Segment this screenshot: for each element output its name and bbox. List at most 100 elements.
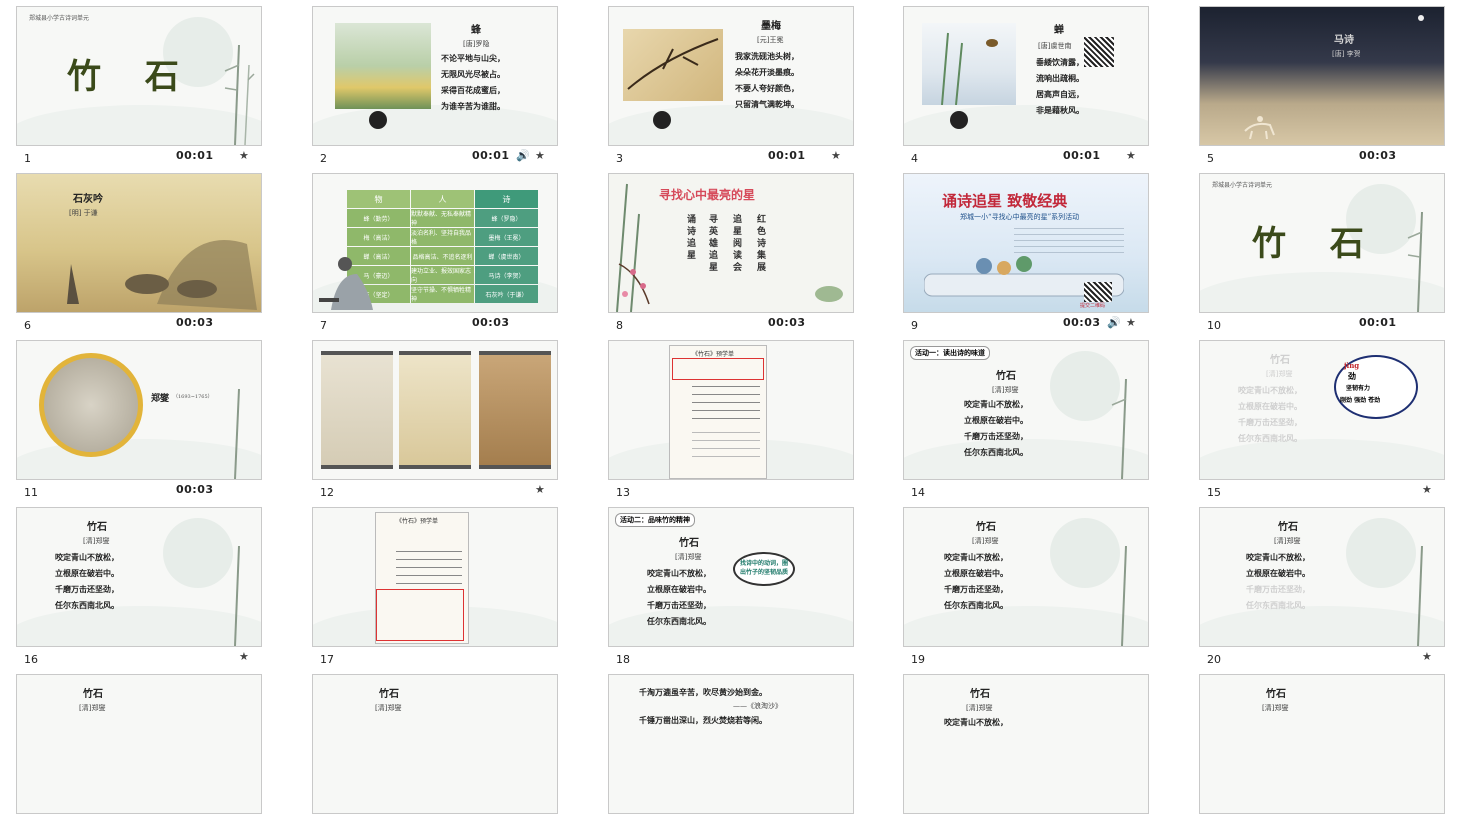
slide-thumb-23[interactable]: 千淘万漉虽辛苦，吹尽黄沙始到金。 ——《浪淘沙》 千锤万凿出深山，烈火焚烧若等闲… [608, 674, 854, 814]
slide-thumb-4[interactable]: 蝉 [唐]虞世南 垂緌饮清露， 流响出疏桐。 居高声自远， 非是藉秋风。 4 0… [903, 6, 1149, 165]
slide-title: 寻找心中最亮的星 [659, 188, 756, 202]
poem-title: 竹石 [996, 371, 1016, 382]
slide-canvas[interactable]: 竹石 [清]郑燮 咬定青山不放松， 立根原在破岩中。 千磨万击还坚劲， 任尔东西… [1199, 507, 1445, 647]
slide-canvas[interactable]: 诵诗追星 致敬经典 郑城一小“寻找心中最亮的星”系列活动 提交二维码 [903, 173, 1149, 313]
qr-caption: 提交二维码 [1080, 303, 1106, 309]
star-icon[interactable]: ★ [239, 650, 249, 663]
slide-canvas[interactable] [312, 340, 558, 480]
slide-canvas[interactable]: 《竹石》预学单 [312, 507, 558, 647]
table-cell: 品格高洁、不追名逐利 [411, 247, 474, 265]
slide-canvas[interactable]: 竹石 [清]郑燮 [1199, 674, 1445, 814]
audio-icon[interactable] [369, 111, 387, 129]
slide-number: 4 [911, 152, 918, 165]
slide-thumb-8[interactable]: 寻找心中最亮的星 诵诗追星 寻英雄追星 追星阅读会 红色诗集展 8 00:03 [608, 173, 854, 332]
slide-canvas[interactable]: 竹石 [清]郑燮 咬定青山不放松， 立根原在破岩中。 千磨万击还坚劲， 任尔东西… [16, 507, 262, 647]
slide-thumb-5[interactable]: 马诗 [唐] 李贺 5 00:03 [1199, 6, 1445, 165]
poem-title: 竹石 [976, 522, 996, 533]
table-header-row: 物 人 诗 [347, 190, 539, 208]
slide-timing: 00:03 [1359, 149, 1397, 162]
star-icon[interactable]: ★ [1422, 483, 1432, 496]
slide-thumb-1[interactable]: 郑城县小学古诗词单元 竹 石 1 00:01 ★ [16, 6, 262, 165]
slide-canvas[interactable]: 郑城县小学古诗词单元 竹 石 [1199, 173, 1445, 313]
slide-canvas[interactable]: 《竹石》预学单 [608, 340, 854, 480]
slide-canvas[interactable]: 蝉 [唐]虞世南 垂緌饮清露， 流响出疏桐。 居高声自远， 非是藉秋风。 [903, 6, 1149, 146]
slide-thumb-11[interactable]: 郑燮 （1693~1765） 11 00:03 [16, 340, 262, 499]
slide-header: 郑城县小学古诗词单元 [29, 15, 90, 22]
poem-author: [唐]虞世南 [1038, 42, 1072, 50]
slide-canvas[interactable]: 墨梅 [元]王冕 我家洗砚池头树， 朵朵花开淡墨痕。 不要人夸好颜色， 只留清气… [608, 6, 854, 146]
slide-thumb-20[interactable]: 竹石 [清]郑燮 咬定青山不放松， 立根原在破岩中。 千磨万击还坚劲， 任尔东西… [1199, 507, 1445, 666]
slide-canvas[interactable]: 物 人 诗 蜂（勤劳） 默默奉献、无私奉献精神 蜂（罗隐） 梅（高洁） 淡泊名利、坚持… [312, 173, 558, 313]
star-icon[interactable]: ★ [535, 483, 545, 496]
slide-thumb-24[interactable]: 竹石 [清]郑燮 咬定青山不放松， [903, 674, 1149, 814]
table-cell: 坚守节操、不惧牺牲精神 [411, 285, 474, 303]
speaker-icon[interactable]: 🔊 [1107, 316, 1121, 329]
slide-subtitle: 郑城一小“寻找心中最亮的星”系列活动 [960, 213, 1080, 221]
slide-thumb-17[interactable]: 《竹石》预学单 17 [312, 507, 558, 666]
activity-tag: 活动二：品味竹的精神 [615, 513, 695, 527]
slide-canvas[interactable]: 竹石 [清]郑燮 [312, 674, 558, 814]
star-icon[interactable]: ★ [1422, 650, 1432, 663]
slide-thumb-13[interactable]: 《竹石》预学单 13 [608, 340, 854, 499]
audio-icon[interactable] [950, 111, 968, 129]
slide-canvas[interactable]: 千淘万漉虽辛苦，吹尽黄沙始到金。 ——《浪淘沙》 千锤万凿出深山，烈火焚烧若等闲… [608, 674, 854, 814]
slide-canvas[interactable]: 郑城县小学古诗词单元 竹 石 [16, 6, 262, 146]
vertical-column: 寻英雄追星 [709, 215, 719, 273]
poem-author: [清]郑燮 [1262, 704, 1289, 712]
poem-line: 立根原在破岩中。 [944, 568, 1008, 578]
slide-canvas[interactable]: 石灰吟 [明] 于谦 [16, 173, 262, 313]
poem-line: 立根原在破岩中。 [1246, 568, 1310, 578]
star-icon[interactable]: ★ [1126, 316, 1136, 329]
slide-thumb-19[interactable]: 竹石 [清]郑燮 咬定青山不放松， 立根原在破岩中。 千磨万击还坚劲， 任尔东西… [903, 507, 1149, 666]
slide-thumb-14[interactable]: 活动一：读出诗的味道 竹石 [清]郑燮 咬定青山不放松， 立根原在破岩中。 千磨… [903, 340, 1149, 499]
slide-canvas[interactable]: 郑燮 （1693~1765） [16, 340, 262, 480]
poem-title: 马诗 [1334, 35, 1354, 46]
slide-canvas[interactable]: 蜂 [唐]罗隐 不论平地与山尖， 无限风光尽被占。 采得百花成蜜后， 为谁辛苦为… [312, 6, 558, 146]
slide-thumb-10[interactable]: 郑城县小学古诗词单元 竹 石 10 00:01 [1199, 173, 1445, 332]
poem-line: 立根原在破岩中。 [964, 415, 1028, 425]
slide-thumb-6[interactable]: 石灰吟 [明] 于谦 6 00:03 [16, 173, 262, 332]
star-icon[interactable]: ★ [239, 149, 249, 162]
poem-title: 竹石 [379, 689, 399, 700]
slide-thumb-9[interactable]: 诵诗追星 致敬经典 郑城一小“寻找心中最亮的星”系列活动 提交二维码 9 00:… [903, 173, 1149, 332]
poem-author: [元]王冕 [757, 36, 784, 44]
slide-canvas[interactable]: 竹石 [清]郑燮 [16, 674, 262, 814]
example-words: 刚劲 强劲 苍劲 [1340, 397, 1381, 404]
slide-canvas[interactable]: 马诗 [唐] 李贺 [1199, 6, 1445, 146]
slide-thumb-12[interactable]: 12 ★ [312, 340, 558, 499]
poem-line: 任尔东西南北风。 [944, 600, 1008, 610]
poem-title: 竹石 [1266, 689, 1286, 700]
slide-canvas[interactable]: 活动二：品味竹的精神 竹石 [清]郑燮 咬定青山不放松， 立根原在破岩中。 千磨… [608, 507, 854, 647]
quote-source: ——《浪淘沙》 [733, 702, 782, 710]
slide-canvas[interactable]: 寻找心中最亮的星 诵诗追星 寻英雄追星 追星阅读会 红色诗集展 [608, 173, 854, 313]
slide-thumb-7[interactable]: 物 人 诗 蜂（勤劳） 默默奉献、无私奉献精神 蜂（罗隐） 梅（高洁） 淡泊名利、坚持… [312, 173, 558, 332]
star-icon[interactable]: ★ [535, 149, 545, 162]
poem-line: 任尔东西南北风。 [964, 447, 1028, 457]
poem-line: 非是藉秋风。 [1036, 105, 1084, 115]
moon-decoration [1418, 15, 1424, 21]
slide-thumb-25[interactable]: 竹石 [清]郑燮 [1199, 674, 1445, 814]
slide-thumb-15[interactable]: 竹石 [清]郑燮 咬定青山不放松， 立根原在破岩中。 千磨万击还坚劲， 任尔东西… [1199, 340, 1445, 499]
slide-number: 2 [320, 152, 327, 165]
slide-thumb-21[interactable]: 竹石 [清]郑燮 [16, 674, 262, 814]
slide-thumb-3[interactable]: 墨梅 [元]王冕 我家洗砚池头树， 朵朵花开淡墨痕。 不要人夸好颜色， 只留清气… [608, 6, 854, 165]
slide-canvas[interactable]: 活动一：读出诗的味道 竹石 [清]郑燮 咬定青山不放松， 立根原在破岩中。 千磨… [903, 340, 1149, 480]
audio-icon[interactable] [653, 111, 671, 129]
slide-number: 1 [24, 152, 31, 165]
slide-canvas[interactable]: 竹石 [清]郑燮 咬定青山不放松， [903, 674, 1149, 814]
slide-canvas[interactable]: 竹石 [清]郑燮 咬定青山不放松， 立根原在破岩中。 千磨万击还坚劲， 任尔东西… [903, 507, 1149, 647]
slide-number: 18 [616, 653, 630, 666]
slide-thumb-2[interactable]: 蜂 [唐]罗隐 不论平地与山尖， 无限风光尽被占。 采得百花成蜜后， 为谁辛苦为… [312, 6, 558, 165]
slide-thumb-16[interactable]: 竹石 [清]郑燮 咬定青山不放松， 立根原在破岩中。 千磨万击还坚劲， 任尔东西… [16, 507, 262, 666]
poem-author: [清]郑燮 [375, 704, 402, 712]
slide-thumb-22[interactable]: 竹石 [清]郑燮 [312, 674, 558, 814]
speaker-icon[interactable]: 🔊 [516, 149, 530, 162]
star-icon[interactable]: ★ [1126, 149, 1136, 162]
slide-canvas[interactable]: 竹石 [清]郑燮 咬定青山不放松， 立根原在破岩中。 千磨万击还坚劲， 任尔东西… [1199, 340, 1445, 480]
slide-timing: 00:01 [1359, 316, 1397, 329]
star-icon[interactable]: ★ [831, 149, 841, 162]
slide-thumb-18[interactable]: 活动二：品味竹的精神 竹石 [清]郑燮 咬定青山不放松， 立根原在破岩中。 千磨… [608, 507, 854, 666]
poem-line: 任尔东西南北风。 [647, 616, 711, 626]
scholar-figure-image [319, 257, 373, 310]
poem-line: 咬定青山不放松， [944, 552, 1008, 562]
